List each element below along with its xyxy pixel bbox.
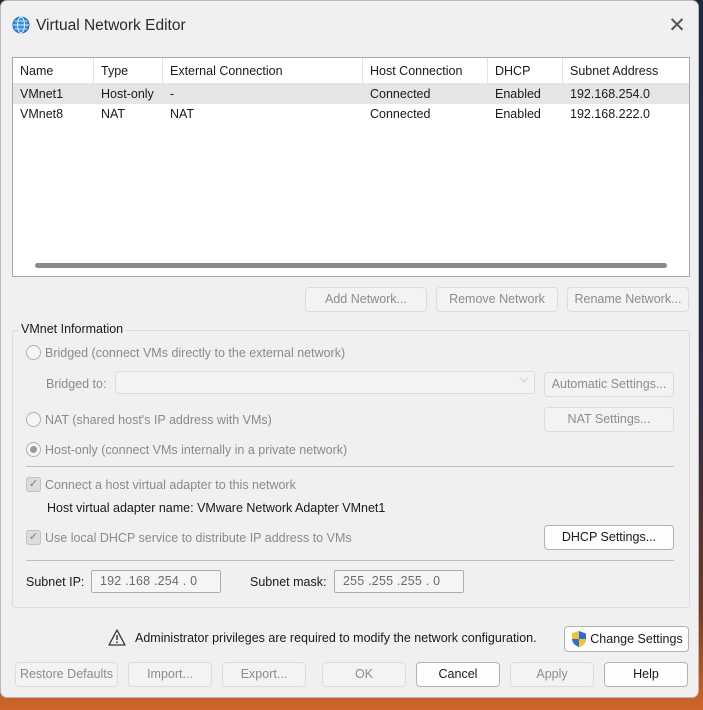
table-row[interactable]: VMnet1 Host-only - Connected Enabled 192… — [13, 84, 689, 104]
cell-subnet-address: 192.168.254.0 — [570, 87, 650, 101]
nat-settings-button[interactable]: NAT Settings... — [544, 407, 674, 432]
chevron-down-icon: ⌵ — [519, 373, 528, 385]
bridged-radio[interactable] — [26, 345, 41, 360]
nat-radio[interactable] — [26, 412, 41, 427]
cell-dhcp: Enabled — [495, 87, 541, 101]
cell-host-connection: Connected — [370, 87, 431, 101]
cell-host-connection: Connected — [370, 107, 431, 121]
cell-type: NAT — [101, 107, 126, 121]
admin-privileges-message: Administrator privileges are required to… — [135, 631, 537, 645]
import-button[interactable]: Import... — [128, 662, 212, 687]
cell-subnet-address: 192.168.222.0 — [570, 107, 650, 121]
ok-button[interactable]: OK — [322, 662, 406, 687]
rename-network-button[interactable]: Rename Network... — [567, 287, 689, 312]
remove-network-button[interactable]: Remove Network — [436, 287, 558, 312]
connect-adapter-label: Connect a host virtual adapter to this n… — [45, 478, 296, 492]
dhcp-settings-button[interactable]: DHCP Settings... — [544, 525, 674, 550]
bridged-to-select[interactable]: ⌵ — [115, 371, 535, 394]
export-button[interactable]: Export... — [222, 662, 306, 687]
apply-button[interactable]: Apply — [510, 662, 594, 687]
dhcp-label: Use local DHCP service to distribute IP … — [45, 531, 352, 545]
close-icon[interactable]: ✕ — [665, 14, 689, 38]
list-header: Name Type External Connection Host Conne… — [13, 58, 689, 84]
subnet-ip-label: Subnet IP: — [26, 575, 85, 589]
bridged-label: Bridged (connect VMs directly to the ext… — [45, 346, 346, 360]
cell-name: VMnet8 — [20, 107, 64, 121]
help-button[interactable]: Help — [604, 662, 688, 687]
adapter-name-text: Host virtual adapter name: VMware Networ… — [47, 501, 386, 515]
cell-name: VMnet1 — [20, 87, 64, 101]
separator — [26, 560, 674, 561]
virtual-network-editor-window: Virtual Network Editor ✕ Name Type Exter… — [0, 0, 699, 698]
uac-shield-icon — [572, 631, 586, 647]
bridged-to-label: Bridged to: — [46, 377, 107, 391]
cell-external-connection: - — [170, 87, 175, 101]
automatic-settings-button[interactable]: Automatic Settings... — [544, 372, 674, 397]
connect-adapter-checkbox[interactable]: ✓ — [26, 477, 41, 492]
column-header-host-connection[interactable]: Host Connection — [363, 58, 488, 84]
change-settings-button[interactable]: Change Settings — [564, 626, 689, 652]
add-network-button[interactable]: Add Network... — [305, 287, 427, 312]
column-header-subnet-address[interactable]: Subnet Address — [563, 58, 689, 84]
restore-defaults-button[interactable]: Restore Defaults — [15, 662, 118, 687]
network-list[interactable]: Name Type External Connection Host Conne… — [12, 57, 690, 277]
column-header-dhcp[interactable]: DHCP — [488, 58, 563, 84]
window-title: Virtual Network Editor — [36, 17, 186, 34]
nat-label: NAT (shared host's IP address with VMs) — [45, 413, 272, 427]
vmnet-information-title: VMnet Information — [18, 322, 127, 336]
dhcp-checkbox[interactable]: ✓ — [26, 530, 41, 545]
column-header-type[interactable]: Type — [94, 58, 163, 84]
subnet-ip-field[interactable]: 192 .168 .254 . 0 — [91, 570, 221, 593]
table-row[interactable]: VMnet8 NAT NAT Connected Enabled 192.168… — [13, 104, 689, 124]
globe-network-icon — [12, 16, 30, 34]
cell-type: Host-only — [101, 87, 154, 101]
cancel-button[interactable]: Cancel — [416, 662, 500, 687]
subnet-mask-field[interactable]: 255 .255 .255 . 0 — [334, 570, 464, 593]
cell-external-connection: NAT — [170, 107, 195, 121]
separator — [26, 466, 674, 467]
host-only-label: Host-only (connect VMs internally in a p… — [45, 443, 348, 457]
title-bar: Virtual Network Editor ✕ — [1, 1, 698, 49]
horizontal-scrollbar[interactable] — [35, 263, 667, 268]
cell-dhcp: Enabled — [495, 107, 541, 121]
column-header-external-connection[interactable]: External Connection — [163, 58, 363, 84]
column-header-name[interactable]: Name — [13, 58, 94, 84]
change-settings-label: Change Settings — [590, 632, 683, 646]
warning-triangle-icon — [108, 629, 126, 646]
host-only-radio[interactable] — [26, 442, 41, 457]
subnet-mask-label: Subnet mask: — [250, 575, 327, 589]
